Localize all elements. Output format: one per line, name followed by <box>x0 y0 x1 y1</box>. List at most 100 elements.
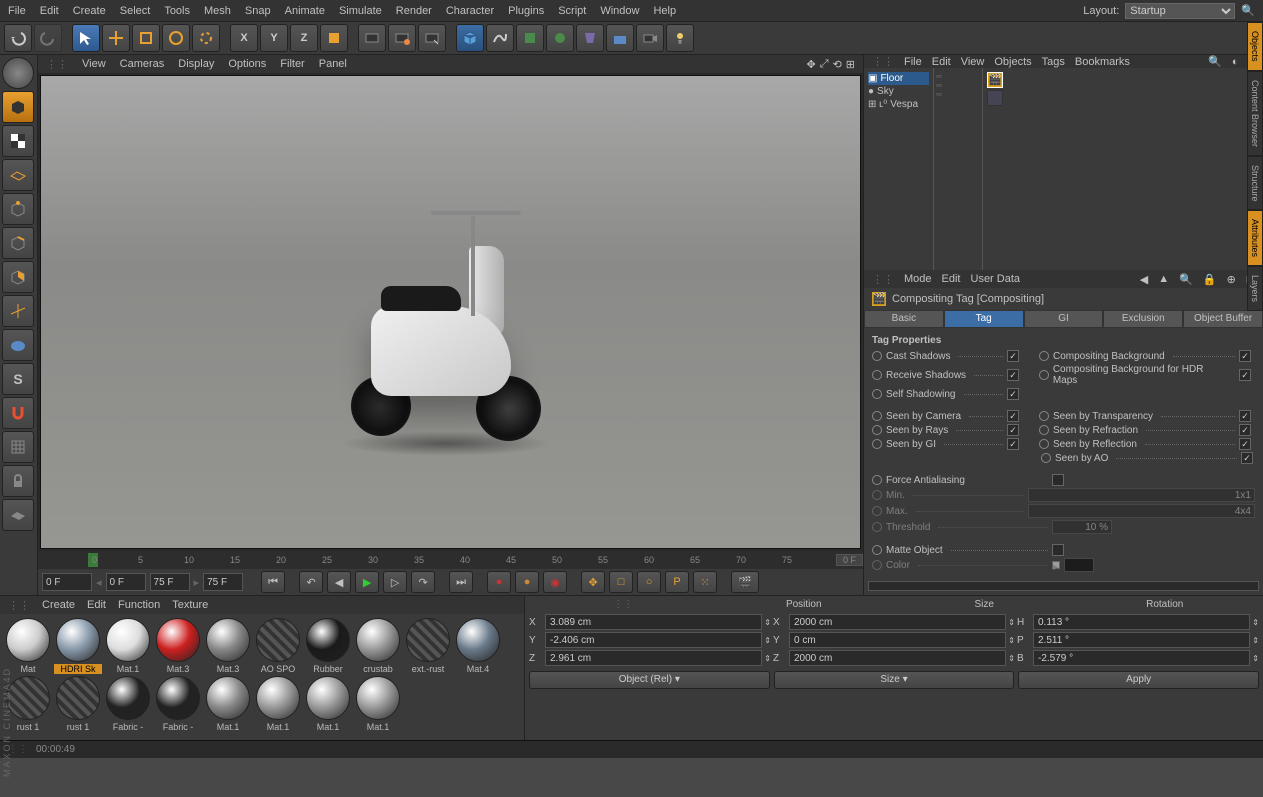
om-file[interactable]: File <box>904 56 922 68</box>
y-axis-button[interactable]: Y <box>260 24 288 52</box>
material-ball[interactable] <box>406 618 450 662</box>
tab-objectbuffer[interactable]: Object Buffer <box>1183 310 1263 328</box>
material-ball[interactable] <box>256 676 300 720</box>
am-up-icon[interactable]: 🔍 <box>1179 273 1193 286</box>
material-ball[interactable] <box>56 618 100 662</box>
menu-render[interactable]: Render <box>396 5 432 17</box>
material-label[interactable]: AO SPO <box>254 664 302 674</box>
material-label[interactable]: Fabric - <box>104 722 152 732</box>
om-edit[interactable]: Edit <box>932 56 951 68</box>
tab-gi[interactable]: GI <box>1024 310 1104 328</box>
key-button[interactable]: ◉ <box>543 571 567 593</box>
menu-select[interactable]: Select <box>120 5 151 17</box>
next-key-button[interactable]: ↷ <box>411 571 435 593</box>
environment-button[interactable] <box>606 24 634 52</box>
magnet-button[interactable] <box>2 397 34 429</box>
goto-start-button[interactable]: ⏮ <box>261 571 285 593</box>
deformer-button[interactable] <box>576 24 604 52</box>
attr-scrollbar[interactable] <box>868 581 1259 591</box>
menu-edit[interactable]: Edit <box>40 5 59 17</box>
tree-floor[interactable]: ▣ Floor <box>868 72 929 85</box>
coord-size-input[interactable] <box>789 614 1006 630</box>
prop-check[interactable]: ✓ <box>1239 438 1251 450</box>
material-label[interactable]: ext.-rust <box>404 664 452 674</box>
compositing-tag-icon[interactable]: 🎬 <box>987 72 1003 88</box>
snap-button[interactable]: S <box>2 363 34 395</box>
material-ball[interactable] <box>6 618 50 662</box>
menu-script[interactable]: Script <box>558 5 586 17</box>
coord-pos-input[interactable] <box>545 650 762 666</box>
prop-check[interactable]: ✓ <box>1007 350 1019 362</box>
handle-icon[interactable]: ⋮⋮ <box>8 599 30 612</box>
tab-basic[interactable]: Basic <box>864 310 944 328</box>
sky-tag-icon[interactable] <box>987 90 1003 106</box>
spline-button[interactable] <box>486 24 514 52</box>
tab-tag[interactable]: Tag <box>944 310 1024 328</box>
redo-button[interactable] <box>34 24 62 52</box>
coord-apply-button[interactable]: Apply <box>1018 671 1259 689</box>
material-ball[interactable] <box>206 676 250 720</box>
point-mode-button[interactable] <box>2 193 34 225</box>
handle-icon[interactable]: ⋮⋮ <box>872 55 894 68</box>
range-c-input[interactable] <box>203 573 243 591</box>
material-label[interactable]: Fabric - <box>154 722 202 732</box>
menu-simulate[interactable]: Simulate <box>339 5 382 17</box>
prev-key-button[interactable]: ↶ <box>299 571 323 593</box>
mm-texture[interactable]: Texture <box>172 599 208 611</box>
autokey-button[interactable]: ● <box>515 571 539 593</box>
range-end-input[interactable] <box>150 573 190 591</box>
material-ball[interactable] <box>156 618 200 662</box>
rot-key-button[interactable]: ○ <box>637 571 661 593</box>
menu-create[interactable]: Create <box>73 5 106 17</box>
coord-pos-input[interactable] <box>545 614 762 630</box>
om-view[interactable]: View <box>961 56 985 68</box>
side-tab-content[interactable]: Content Browser <box>1247 71 1263 156</box>
handle-icon[interactable]: ⋮⋮ <box>872 273 894 286</box>
am-new-icon[interactable]: ⊕ <box>1227 273 1236 286</box>
material-ball[interactable] <box>206 618 250 662</box>
render-view-button[interactable] <box>358 24 386 52</box>
matte-check[interactable] <box>1052 544 1064 556</box>
material-ball[interactable] <box>306 618 350 662</box>
om-search-icon[interactable]: 🔍 <box>1208 55 1222 68</box>
force-aa-check[interactable] <box>1052 474 1064 486</box>
am-userdata[interactable]: User Data <box>971 273 1021 285</box>
om-objects[interactable]: Objects <box>994 56 1031 68</box>
soft-select-button[interactable] <box>2 329 34 361</box>
material-ball[interactable] <box>356 676 400 720</box>
prop-check[interactable]: ✓ <box>1241 452 1253 464</box>
side-tab-objects[interactable]: Objects <box>1247 22 1263 71</box>
vp-options[interactable]: Options <box>228 58 266 70</box>
menu-window[interactable]: Window <box>600 5 639 17</box>
misc-button[interactable] <box>2 499 34 531</box>
vp-cameras[interactable]: Cameras <box>120 58 165 70</box>
material-label[interactable]: Mat.1 <box>204 722 252 732</box>
pos-key-button[interactable]: ✥ <box>581 571 605 593</box>
vp-layout-icon[interactable]: ⊞ <box>846 58 855 71</box>
param-key-button[interactable]: P <box>665 571 689 593</box>
model-mode-button[interactable] <box>2 91 34 123</box>
vp-nav-icon[interactable]: ✥ <box>807 58 816 71</box>
coord-size-input[interactable] <box>789 632 1006 648</box>
next-frame-button[interactable]: ▷ <box>383 571 407 593</box>
tab-exclusion[interactable]: Exclusion <box>1103 310 1183 328</box>
tree-sky[interactable]: ● Sky <box>868 85 929 98</box>
prop-check[interactable]: ✓ <box>1239 350 1251 362</box>
coord-system-button[interactable] <box>320 24 348 52</box>
edge-mode-button[interactable] <box>2 227 34 259</box>
aa-min-input[interactable] <box>1028 488 1255 502</box>
rotate-tool[interactable] <box>162 24 190 52</box>
mm-edit[interactable]: Edit <box>87 599 106 611</box>
coord-object-button[interactable]: Object (Rel) ▾ <box>529 671 770 689</box>
x-axis-button[interactable]: X <box>230 24 258 52</box>
world-icon[interactable] <box>2 57 34 89</box>
nurbs-button[interactable] <box>516 24 544 52</box>
prop-check[interactable]: ✓ <box>1007 438 1019 450</box>
material-label[interactable]: Mat.1 <box>304 722 352 732</box>
record-button[interactable]: ● <box>487 571 511 593</box>
polygon-mode-button[interactable] <box>2 261 34 293</box>
scale-tool[interactable] <box>132 24 160 52</box>
modeling-button[interactable] <box>546 24 574 52</box>
vp-display[interactable]: Display <box>178 58 214 70</box>
select-tool[interactable] <box>72 24 100 52</box>
